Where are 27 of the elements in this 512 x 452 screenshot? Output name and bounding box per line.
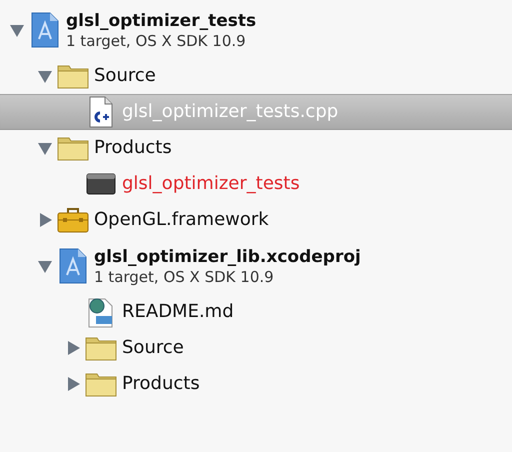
folder-icon — [85, 335, 117, 361]
item-label[interactable]: glsl_optimizer_tests — [122, 173, 300, 195]
folder-icon — [85, 371, 117, 397]
item-label[interactable]: README.md — [122, 301, 234, 323]
item-label[interactable]: Source — [122, 337, 184, 359]
item-label[interactable]: Products — [94, 137, 172, 159]
folder-icon — [57, 135, 89, 161]
source-file-icon — [88, 96, 114, 128]
disclosure-triangle-icon[interactable] — [65, 376, 81, 392]
project-subtitle: 1 target, OS X SDK 10.9 — [94, 268, 275, 286]
disclosure-triangle-icon[interactable] — [37, 140, 53, 156]
item-label[interactable]: Source — [94, 65, 156, 87]
folder-icon — [57, 63, 89, 89]
item-label[interactable]: glsl_optimizer_lib.xcodeproj — [94, 246, 361, 268]
disclosure-triangle-icon[interactable] — [65, 340, 81, 356]
item-label[interactable]: Products — [122, 373, 200, 395]
project-subtitle: 1 target, OS X SDK 10.9 — [66, 32, 247, 50]
disclosure-triangle-icon[interactable] — [9, 22, 25, 38]
project-file-icon — [30, 11, 60, 49]
project-file-icon — [58, 247, 88, 285]
executable-icon — [86, 172, 116, 196]
toolbox-icon — [57, 206, 89, 234]
disclosure-triangle-icon[interactable] — [37, 68, 53, 84]
disclosure-triangle-icon[interactable] — [37, 258, 53, 274]
item-label[interactable]: glsl_optimizer_tests — [66, 10, 256, 32]
item-label[interactable]: OpenGL.framework — [94, 209, 269, 231]
disclosure-triangle-icon[interactable] — [37, 212, 53, 228]
